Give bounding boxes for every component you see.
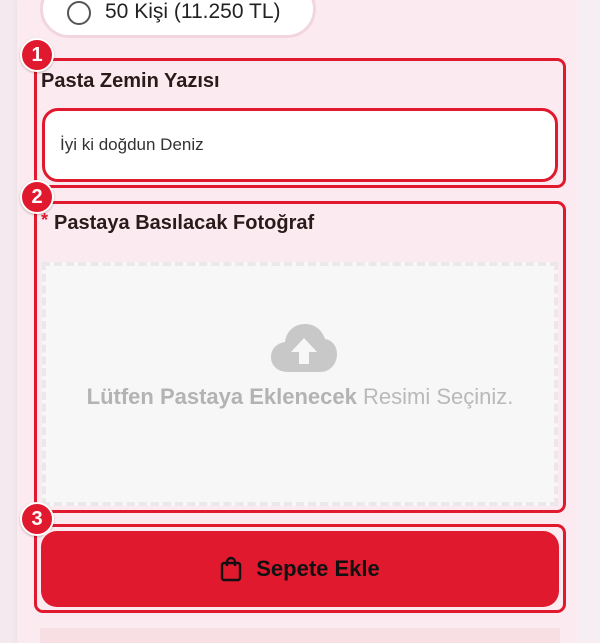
upload-instructions: Lütfen Pastaya Eklenecek Resimi Seçiniz. [46,382,554,412]
step-marker-1: 1 [20,38,54,72]
cake-text-input[interactable]: İyi ki doğdun Deniz [42,108,558,182]
page-edge [577,0,600,643]
required-mark: * [41,210,49,230]
add-to-cart-label: Sepete Ekle [256,556,380,581]
next-section-edge [40,628,560,643]
cake-text-value: İyi ki doğdun Deniz [60,135,204,154]
photo-title-text: Pastaya Basılacak Fotoğraf [54,212,315,234]
step-marker-3: 3 [20,502,54,536]
cake-text-title: Pasta Zemin Yazısı [41,70,220,92]
shopping-bag-icon [221,556,242,582]
photo-title: * Pastaya Basılacak Fotoğraf [41,210,315,235]
step-marker-2: 2 [20,180,54,214]
option-50-people[interactable]: 50 Kişi (11.250 TL) [40,0,316,38]
upload-text-rest: Resimi Seçiniz. [356,384,514,409]
radio-button[interactable] [67,1,91,25]
add-to-cart-button[interactable]: Sepete Ekle [41,531,559,607]
photo-upload-dropzone[interactable]: Lütfen Pastaya Eklenecek Resimi Seçiniz. [42,262,558,506]
option-label: 50 Kişi (11.250 TL) [105,0,281,23]
upload-text-bold: Lütfen Pastaya Eklenecek [86,384,357,409]
cloud-upload-icon [271,324,337,372]
